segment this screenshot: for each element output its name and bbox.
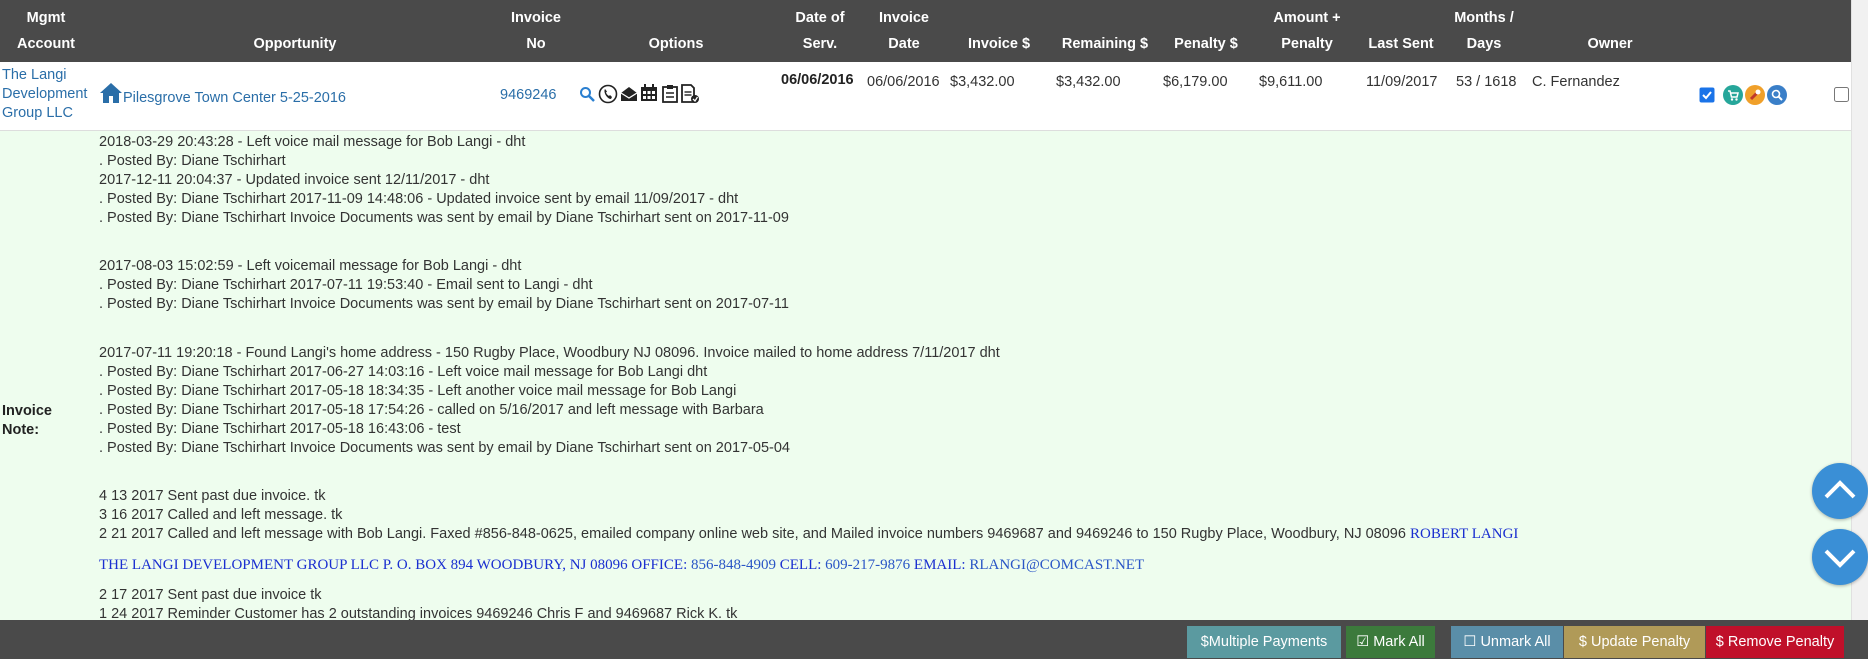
note-line: . Posted By: Diane Tschirhart 2017-07-11… bbox=[99, 277, 593, 293]
unmark-all-button[interactable]: ☐ Unmark All bbox=[1451, 626, 1563, 658]
note-line: 2017-12-11 20:04:37 - Updated invoice se… bbox=[99, 172, 490, 188]
note-line: 2017-08-03 15:02:59 - Left voicemail mes… bbox=[99, 258, 522, 274]
phone-icon[interactable] bbox=[598, 84, 618, 107]
envelope-open-icon[interactable] bbox=[620, 86, 638, 105]
col-owner[interactable]: Owner bbox=[1576, 31, 1644, 57]
invoice-amount: $3,432.00 bbox=[950, 74, 1015, 90]
invoice-number-link[interactable]: 9469246 bbox=[500, 87, 556, 103]
amount-plus-penalty: $9,611.00 bbox=[1259, 74, 1323, 90]
note-line: 2 21 2017 Called and left message with B… bbox=[99, 526, 1519, 542]
col-months-days[interactable]: Months / Days bbox=[1446, 5, 1522, 57]
table-row: The Langi Development Group LLC Pilesgro… bbox=[0, 62, 1852, 131]
scroll-up-button[interactable] bbox=[1812, 463, 1868, 519]
table-header: Mgmt Account Opportunity Invoice No Option… bbox=[0, 0, 1852, 62]
col-amount-penalty[interactable]: Amount + Penalty bbox=[1264, 5, 1350, 57]
email-link[interactable]: RLANGI@COMCAST.NET bbox=[969, 557, 1144, 573]
contact-name: ROBERT LANGI bbox=[1409, 526, 1519, 542]
note-line: 2 17 2017 Sent past due invoice tk bbox=[99, 587, 322, 603]
search-icon[interactable] bbox=[579, 86, 595, 105]
square-icon: ☐ bbox=[1463, 634, 1477, 650]
invoice-note-panel: Invoice Note: 2018-03-29 20:43:28 - Left… bbox=[0, 131, 1852, 620]
vertical-scrollbar[interactable] bbox=[1851, 0, 1868, 620]
chevron-up-icon bbox=[1824, 480, 1856, 499]
note-line: . Posted By: Diane Tschirhart 2017-05-18… bbox=[99, 402, 764, 418]
invoice-date: 06/06/2016 bbox=[867, 74, 940, 90]
col-options: Options bbox=[648, 36, 704, 52]
remaining-amount: $3,432.00 bbox=[1056, 74, 1121, 90]
home-icon[interactable] bbox=[99, 82, 123, 107]
chevron-down-icon bbox=[1824, 549, 1856, 568]
cart-icon[interactable] bbox=[1723, 85, 1743, 108]
calendar-icon[interactable] bbox=[640, 84, 658, 105]
col-date-of-serv[interactable]: Date of Serv. bbox=[780, 5, 860, 57]
note-line: . Posted By: Diane Tschirhart 2017-11-09… bbox=[99, 191, 739, 207]
update-penalty-button[interactable]: $ Update Penalty bbox=[1564, 626, 1705, 658]
account-link[interactable]: The Langi Development Group LLC bbox=[2, 66, 87, 123]
remove-penalty-button[interactable]: $ Remove Penalty bbox=[1706, 626, 1844, 658]
note-line: 2018-03-29 20:43:28 - Left voice mail me… bbox=[99, 134, 526, 150]
tool-icon[interactable] bbox=[1745, 85, 1765, 108]
col-opportunity[interactable]: Opportunity bbox=[200, 31, 390, 57]
note-line: . Posted By: Diane Tschirhart 2017-06-27… bbox=[99, 364, 708, 380]
note-line: . Posted By: Diane Tschirhart 2017-05-18… bbox=[99, 421, 461, 437]
penalty-amount: $6,179.00 bbox=[1163, 74, 1228, 90]
note-line: . Posted By: Diane Tschirhart Invoice Do… bbox=[99, 296, 789, 312]
months-days: 53 / 1618 bbox=[1456, 74, 1517, 90]
contact-line: THE LANGI DEVELOPMENT GROUP LLC P. O. BO… bbox=[99, 557, 1145, 573]
multiple-payments-button[interactable]: $Multiple Payments bbox=[1187, 626, 1341, 658]
scroll-down-button[interactable] bbox=[1812, 529, 1868, 585]
mark-all-button[interactable]: ☑ Mark All bbox=[1346, 626, 1435, 658]
note-line: 3 16 2017 Called and left message. tk bbox=[99, 507, 343, 523]
row-checkbox-right[interactable] bbox=[1834, 87, 1850, 106]
note-line: 2017-07-11 19:20:18 - Found Langi's home… bbox=[99, 345, 1000, 361]
owner-name: C. Fernandez bbox=[1532, 74, 1620, 90]
check-square-icon: ☑ bbox=[1356, 634, 1370, 650]
row-select-checkbox[interactable] bbox=[1699, 87, 1715, 106]
search-icon[interactable] bbox=[1767, 85, 1787, 108]
note-line: . Posted By: Diane Tschirhart Invoice Do… bbox=[99, 440, 790, 456]
document-icon[interactable] bbox=[680, 84, 700, 107]
col-invoice-no[interactable]: Invoice No bbox=[500, 5, 572, 57]
note-line: . Posted By: Diane Tschirhart Invoice Do… bbox=[99, 210, 789, 226]
col-remaining[interactable]: Remaining $ bbox=[1056, 31, 1154, 57]
date-of-service: 06/06/2016 bbox=[781, 72, 854, 88]
note-line: . Posted By: Diane Tschirhart bbox=[99, 153, 286, 169]
note-line: 4 13 2017 Sent past due invoice. tk bbox=[99, 488, 326, 504]
opportunity-link[interactable]: Pilesgrove Town Center 5-25-2016 bbox=[123, 90, 346, 106]
note-line: 1 24 2017 Reminder Customer has 2 outsta… bbox=[99, 606, 738, 620]
last-sent-date: 11/09/2017 bbox=[1366, 74, 1438, 90]
col-last-sent[interactable]: Last Sent bbox=[1362, 31, 1440, 57]
clipboard-icon[interactable] bbox=[662, 84, 678, 106]
note-line: . Posted By: Diane Tschirhart 2017-05-18… bbox=[99, 383, 737, 399]
col-invoice-date[interactable]: Invoice Date bbox=[868, 5, 940, 57]
col-invoice-amount[interactable]: Invoice $ bbox=[958, 31, 1040, 57]
col-penalty[interactable]: Penalty $ bbox=[1166, 31, 1246, 57]
invoice-note-label: Invoice Note: bbox=[2, 403, 52, 438]
col-mgmt-account[interactable]: Mgmt Account bbox=[0, 5, 92, 57]
